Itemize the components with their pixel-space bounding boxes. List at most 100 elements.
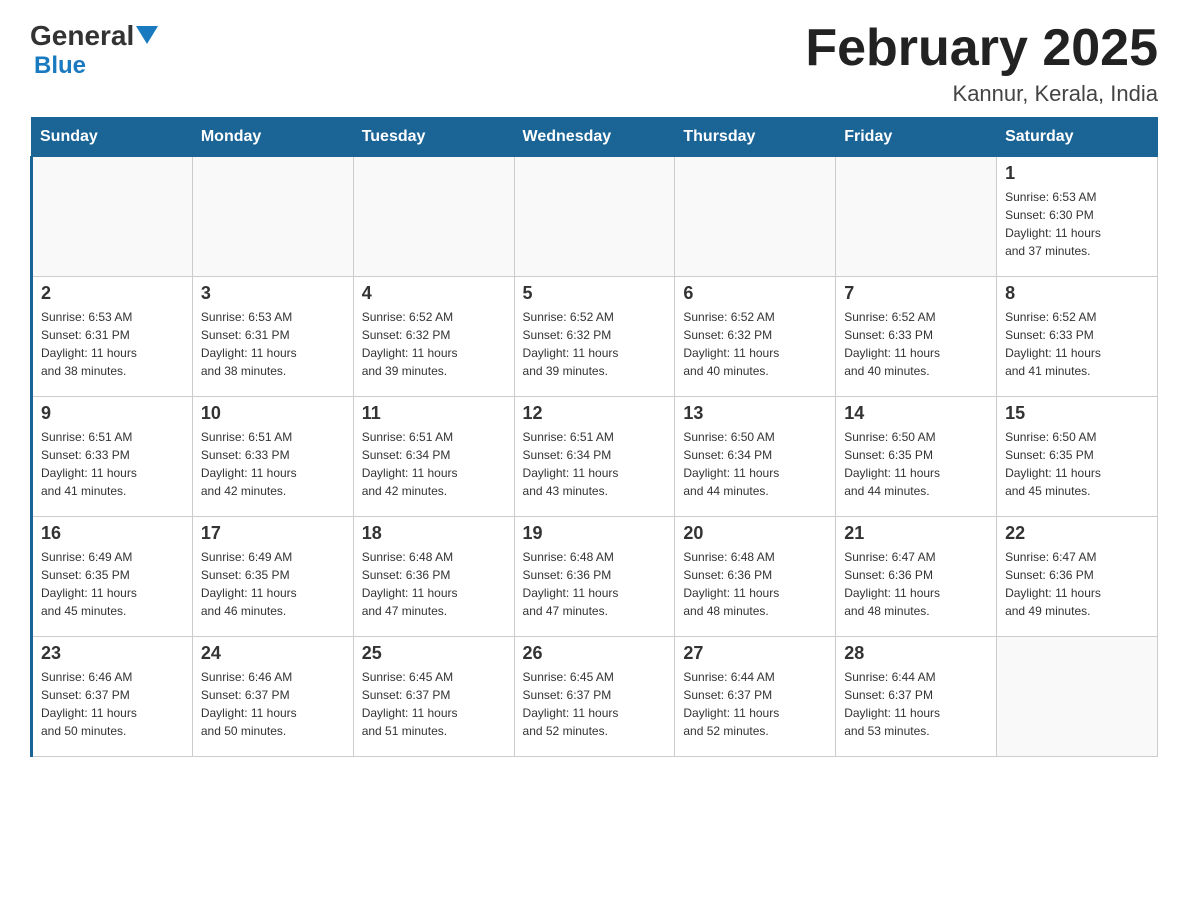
calendar-cell: 20 Sunrise: 6:48 AMSunset: 6:36 PMDayligh… [675, 517, 836, 637]
day-number: 20 [683, 523, 827, 544]
day-info: Sunrise: 6:52 AMSunset: 6:32 PMDaylight:… [523, 308, 667, 380]
day-info: Sunrise: 6:48 AMSunset: 6:36 PMDaylight:… [362, 548, 506, 620]
day-info: Sunrise: 6:46 AMSunset: 6:37 PMDaylight:… [201, 668, 345, 740]
day-number: 16 [41, 523, 184, 544]
calendar-cell: 2 Sunrise: 6:53 AMSunset: 6:31 PMDaylight… [32, 277, 193, 397]
day-info: Sunrise: 6:44 AMSunset: 6:37 PMDaylight:… [683, 668, 827, 740]
day-number: 28 [844, 643, 988, 664]
day-number: 21 [844, 523, 988, 544]
calendar-cell: 23 Sunrise: 6:46 AMSunset: 6:37 PMDayligh… [32, 637, 193, 757]
day-info: Sunrise: 6:50 AMSunset: 6:35 PMDaylight:… [844, 428, 988, 500]
day-number: 26 [523, 643, 667, 664]
calendar-cell: 22 Sunrise: 6:47 AMSunset: 6:36 PMDayligh… [997, 517, 1158, 637]
day-info: Sunrise: 6:48 AMSunset: 6:36 PMDaylight:… [523, 548, 667, 620]
day-number: 22 [1005, 523, 1149, 544]
day-number: 6 [683, 283, 827, 304]
calendar-header-saturday: Saturday [997, 118, 1158, 157]
day-info: Sunrise: 6:52 AMSunset: 6:33 PMDaylight:… [844, 308, 988, 380]
calendar-cell: 11Sunrise: 6:51 AMSunset: 6:34 PMDayligh… [353, 397, 514, 517]
day-number: 10 [201, 403, 345, 424]
day-info: Sunrise: 6:50 AMSunset: 6:34 PMDaylight:… [683, 428, 827, 500]
day-number: 24 [201, 643, 345, 664]
calendar-cell: 19 Sunrise: 6:48 AMSunset: 6:36 PMDayligh… [514, 517, 675, 637]
day-number: 2 [41, 283, 184, 304]
day-info: Sunrise: 6:53 AMSunset: 6:31 PMDaylight:… [201, 308, 345, 380]
calendar-cell: 15 Sunrise: 6:50 AMSunset: 6:35 PMDayligh… [997, 397, 1158, 517]
day-info: Sunrise: 6:45 AMSunset: 6:37 PMDaylight:… [362, 668, 506, 740]
day-number: 9 [41, 403, 184, 424]
calendar-cell: 10 Sunrise: 6:51 AMSunset: 6:33 PMDayligh… [192, 397, 353, 517]
calendar-cell [192, 157, 353, 277]
calendar-cell [514, 157, 675, 277]
day-number: 8 [1005, 283, 1149, 304]
logo-arrow-icon [136, 26, 158, 48]
day-number: 15 [1005, 403, 1149, 424]
calendar-cell: 28 Sunrise: 6:44 AMSunset: 6:37 PMDayligh… [836, 637, 997, 757]
day-number: 14 [844, 403, 988, 424]
calendar-cell: 24 Sunrise: 6:46 AMSunset: 6:37 PMDayligh… [192, 637, 353, 757]
day-info: Sunrise: 6:53 AMSunset: 6:30 PMDaylight:… [1005, 188, 1149, 260]
day-number: 4 [362, 283, 506, 304]
calendar-cell: 25Sunrise: 6:45 AMSunset: 6:37 PMDayligh… [353, 637, 514, 757]
day-number: 19 [523, 523, 667, 544]
calendar-cell: 14 Sunrise: 6:50 AMSunset: 6:35 PMDayligh… [836, 397, 997, 517]
day-number: 3 [201, 283, 345, 304]
title-area: February 2025 Kannur, Kerala, India [805, 20, 1158, 107]
calendar-header-friday: Friday [836, 118, 997, 157]
calendar-header-wednesday: Wednesday [514, 118, 675, 157]
day-info: Sunrise: 6:47 AMSunset: 6:36 PMDaylight:… [844, 548, 988, 620]
calendar-cell [32, 157, 193, 277]
calendar-header-thursday: Thursday [675, 118, 836, 157]
day-number: 17 [201, 523, 345, 544]
calendar-header-tuesday: Tuesday [353, 118, 514, 157]
calendar-week-row: 9 Sunrise: 6:51 AMSunset: 6:33 PMDaylight… [32, 397, 1158, 517]
calendar-cell [997, 637, 1158, 757]
day-info: Sunrise: 6:51 AMSunset: 6:33 PMDaylight:… [201, 428, 345, 500]
logo-blue-text: Blue [34, 52, 86, 80]
calendar-cell: 7 Sunrise: 6:52 AMSunset: 6:33 PMDaylight… [836, 277, 997, 397]
calendar-cell: 21 Sunrise: 6:47 AMSunset: 6:36 PMDayligh… [836, 517, 997, 637]
calendar-cell [353, 157, 514, 277]
day-info: Sunrise: 6:53 AMSunset: 6:31 PMDaylight:… [41, 308, 184, 380]
day-info: Sunrise: 6:48 AMSunset: 6:36 PMDaylight:… [683, 548, 827, 620]
page-header: General Blue February 2025 Kannur, Keral… [30, 20, 1158, 107]
calendar-cell [675, 157, 836, 277]
day-info: Sunrise: 6:46 AMSunset: 6:37 PMDaylight:… [41, 668, 184, 740]
day-info: Sunrise: 6:45 AMSunset: 6:37 PMDaylight:… [523, 668, 667, 740]
day-number: 7 [844, 283, 988, 304]
day-number: 5 [523, 283, 667, 304]
day-number: 13 [683, 403, 827, 424]
day-info: Sunrise: 6:52 AMSunset: 6:32 PMDaylight:… [683, 308, 827, 380]
calendar-week-row: 1 Sunrise: 6:53 AMSunset: 6:30 PMDaylight… [32, 157, 1158, 277]
logo-general-text: General [30, 20, 134, 52]
day-number: 11 [362, 403, 506, 424]
day-number: 27 [683, 643, 827, 664]
day-info: Sunrise: 6:50 AMSunset: 6:35 PMDaylight:… [1005, 428, 1149, 500]
day-info: Sunrise: 6:44 AMSunset: 6:37 PMDaylight:… [844, 668, 988, 740]
day-info: Sunrise: 6:51 AMSunset: 6:33 PMDaylight:… [41, 428, 184, 500]
calendar-header-sunday: Sunday [32, 118, 193, 157]
day-number: 18 [362, 523, 506, 544]
calendar-cell: 4 Sunrise: 6:52 AMSunset: 6:32 PMDaylight… [353, 277, 514, 397]
calendar-week-row: 2 Sunrise: 6:53 AMSunset: 6:31 PMDaylight… [32, 277, 1158, 397]
day-info: Sunrise: 6:47 AMSunset: 6:36 PMDaylight:… [1005, 548, 1149, 620]
calendar-cell: 9 Sunrise: 6:51 AMSunset: 6:33 PMDaylight… [32, 397, 193, 517]
day-info: Sunrise: 6:51 AMSunset: 6:34 PMDaylight:… [523, 428, 667, 500]
calendar-cell: 17 Sunrise: 6:49 AMSunset: 6:35 PMDayligh… [192, 517, 353, 637]
calendar-week-row: 23 Sunrise: 6:46 AMSunset: 6:37 PMDayligh… [32, 637, 1158, 757]
calendar-cell: 13 Sunrise: 6:50 AMSunset: 6:34 PMDayligh… [675, 397, 836, 517]
day-info: Sunrise: 6:52 AMSunset: 6:33 PMDaylight:… [1005, 308, 1149, 380]
day-number: 12 [523, 403, 667, 424]
calendar: SundayMondayTuesdayWednesdayThursdayFrid… [30, 117, 1158, 757]
day-info: Sunrise: 6:52 AMSunset: 6:32 PMDaylight:… [362, 308, 506, 380]
logo: General Blue [30, 20, 158, 80]
day-info: Sunrise: 6:49 AMSunset: 6:35 PMDaylight:… [201, 548, 345, 620]
day-number: 23 [41, 643, 184, 664]
calendar-header-row: SundayMondayTuesdayWednesdayThursdayFrid… [32, 118, 1158, 157]
day-number: 1 [1005, 163, 1149, 184]
calendar-cell: 27 Sunrise: 6:44 AMSunset: 6:37 PMDayligh… [675, 637, 836, 757]
calendar-cell: 6 Sunrise: 6:52 AMSunset: 6:32 PMDaylight… [675, 277, 836, 397]
location: Kannur, Kerala, India [805, 81, 1158, 107]
calendar-cell: 12 Sunrise: 6:51 AMSunset: 6:34 PMDayligh… [514, 397, 675, 517]
day-info: Sunrise: 6:49 AMSunset: 6:35 PMDaylight:… [41, 548, 184, 620]
